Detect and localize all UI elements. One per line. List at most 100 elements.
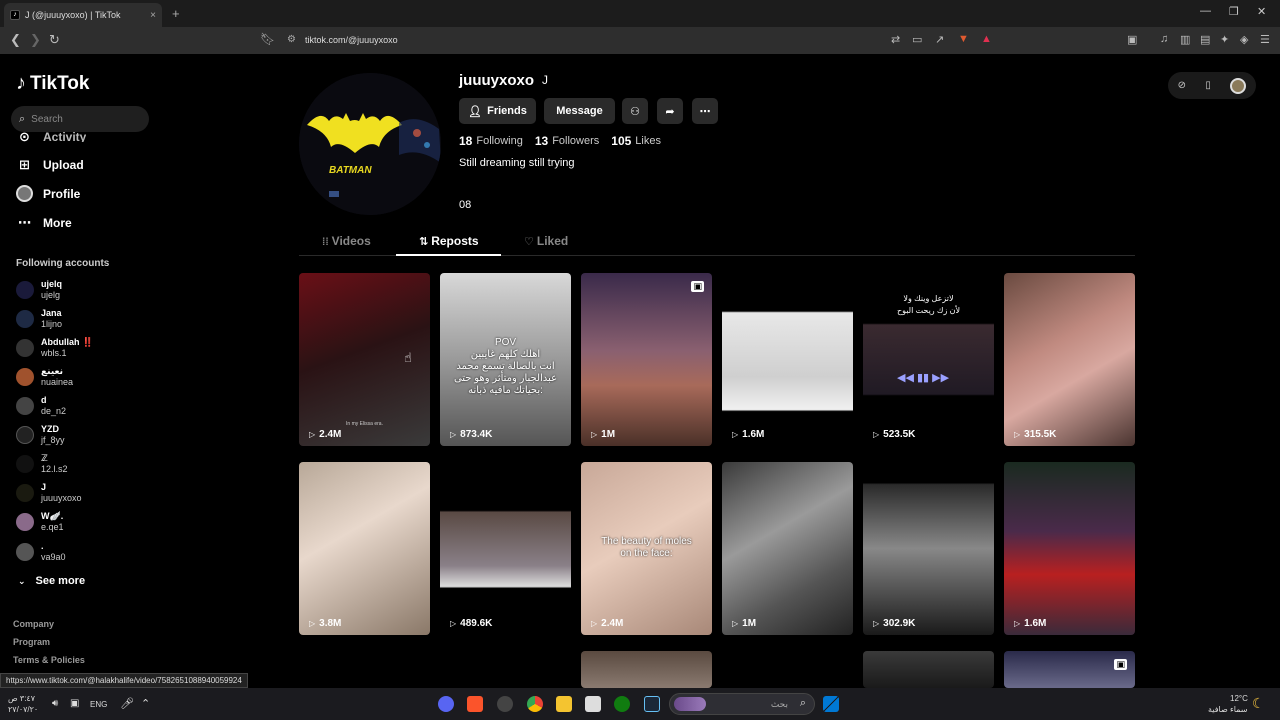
tab-videos[interactable]: ⁞⁞ Videos — [322, 234, 371, 248]
store-icon[interactable] — [585, 696, 601, 712]
network-icon[interactable]: ▣ — [70, 698, 79, 709]
avatar — [16, 483, 34, 502]
video-thumbnail[interactable]: لاتزعل وينك ولا لأن زك ريحت البوح ◀◀ ▮▮ … — [863, 273, 994, 446]
video-thumbnail[interactable] — [581, 651, 712, 688]
volume-icon[interactable]: 🔊︎ — [52, 698, 58, 709]
minimize-icon[interactable]: — — [1200, 5, 1211, 17]
video-thumbnail[interactable]: ▷ 1M — [722, 462, 853, 635]
suggested-accounts-button[interactable]: ⚇ — [622, 98, 648, 124]
clock-date[interactable]: ٢٧/٠٧/٢٠ — [8, 705, 38, 714]
reload-icon[interactable]: ↻ — [49, 32, 60, 48]
bookmark-icon[interactable]: 🔖︎ — [260, 32, 275, 46]
friends-button[interactable]: 👤︎ Friends — [459, 98, 536, 124]
weather-desc[interactable]: سماء صافية — [1208, 705, 1248, 714]
phone-icon[interactable]: ▯ — [1205, 80, 1211, 91]
following-label[interactable]: Following — [476, 135, 522, 147]
avatar[interactable] — [1230, 77, 1247, 94]
sidebar-item-upload[interactable]: ⊞ Upload — [16, 156, 84, 173]
following-account[interactable]: W🪽. e.qe1 — [16, 508, 156, 535]
view-count: 1M — [601, 429, 616, 440]
new-tab-button[interactable]: + — [172, 6, 180, 21]
search-input[interactable]: ⌕ Search — [11, 106, 149, 132]
following-count[interactable]: 18 — [459, 134, 472, 148]
url-field[interactable]: tiktok.com/@juuuyxoxo — [305, 35, 398, 45]
following-account[interactable]: YZD jf_8yy — [16, 421, 156, 448]
weather-temp[interactable]: 12°C — [1230, 694, 1248, 703]
share-icon[interactable]: ↗ — [935, 33, 944, 46]
tab-liked[interactable]: ♡ Liked — [524, 234, 568, 248]
message-button[interactable]: Message — [544, 98, 615, 124]
avatar — [16, 338, 34, 357]
video-thumbnail[interactable] — [863, 651, 994, 688]
windows-start-icon[interactable] — [823, 696, 839, 712]
followers-label[interactable]: Followers — [552, 135, 599, 147]
tab-close-icon[interactable]: × — [150, 10, 156, 21]
coins-icon[interactable]: ⊘ — [1178, 80, 1186, 91]
maximize-icon[interactable]: ❐ — [1229, 5, 1239, 18]
following-account[interactable]: d de_n2 — [16, 392, 156, 419]
tiktok-logo[interactable]: ♪ TikTok — [16, 72, 89, 95]
footer-link-company[interactable]: Company — [13, 619, 54, 629]
video-thumbnail[interactable]: ▷ 302.9K — [863, 462, 994, 635]
window-close-icon[interactable]: ✕ — [1257, 5, 1266, 18]
tab-reposts[interactable]: ⇅ Reposts — [419, 234, 479, 248]
video-thumbnail[interactable]: The beauty of moles on the face: ▷ 2.4M — [581, 462, 712, 635]
following-account[interactable]: ujelq ujelg — [16, 276, 156, 303]
following-account[interactable]: . va9a0 — [16, 538, 156, 565]
brave-icon[interactable] — [467, 696, 483, 712]
video-thumbnail[interactable]: POV اهلك كلهم غايبين انت بالصالة تسمع مح… — [440, 273, 571, 446]
following-account[interactable]: Jjuuuyxoxo — [16, 479, 156, 506]
translate-icon[interactable]: ⇄ — [891, 33, 900, 46]
tray-chevron-icon[interactable]: ⌃ — [141, 697, 150, 710]
vpn-icon[interactable]: ◈ — [1240, 33, 1248, 46]
video-thumbnail[interactable]: ▣ — [1004, 651, 1135, 688]
media-icon[interactable]: ♫ — [1160, 33, 1168, 45]
file-explorer-icon[interactable] — [556, 696, 572, 712]
sidebar-icon[interactable]: ▥ — [1180, 33, 1190, 46]
chrome-icon[interactable] — [527, 696, 543, 712]
site-info-icon[interactable]: ⚙︎ — [287, 34, 296, 45]
see-more-button[interactable]: ⌄ See more — [18, 575, 85, 587]
video-thumbnail[interactable]: ▷ 1.6M — [1004, 462, 1135, 635]
steam-icon[interactable] — [644, 696, 660, 712]
xbox-icon[interactable] — [614, 696, 630, 712]
play-icon: ▷ — [732, 430, 739, 439]
leo-ai-icon[interactable]: ✦ — [1220, 33, 1229, 46]
wallet2-icon[interactable]: ▤ — [1200, 33, 1210, 46]
share-profile-button[interactable]: ➦ — [657, 98, 683, 124]
video-thumbnail[interactable]: ▷ 489.6K — [440, 462, 571, 635]
footer-link-program[interactable]: Program — [13, 637, 50, 647]
browser-tab[interactable]: ♪ J (@juuuyxoxo) | TikTok × — [4, 3, 162, 27]
footer-link-terms[interactable]: Terms & Policies — [13, 655, 85, 665]
video-thumbnail[interactable]: ▣ ▷ 1M — [581, 273, 712, 446]
followers-count[interactable]: 13 — [535, 134, 548, 148]
brave-rewards-icon[interactable]: ▲ — [981, 33, 992, 45]
app-icon[interactable] — [497, 696, 513, 712]
back-icon[interactable]: ❮ — [10, 32, 21, 48]
sidebar-item-activity[interactable]: ⊙ Activity — [16, 132, 86, 142]
following-account[interactable]: Jana 1lijno — [16, 305, 156, 332]
following-account[interactable]: ℤ 12.l.s2 — [16, 450, 156, 477]
menu-icon[interactable]: ☰ — [1260, 33, 1270, 46]
account-handle: 12.l.s2 — [41, 463, 68, 474]
screen-icon[interactable]: ▭ — [912, 33, 922, 46]
profile-avatar[interactable]: BATMAN — [299, 73, 441, 215]
avatar — [16, 454, 34, 473]
video-thumbnail[interactable]: ▷ 315.5K — [1004, 273, 1135, 446]
brave-shields-icon[interactable]: ▼ — [958, 33, 969, 45]
mic-icon[interactable]: 🎤︎ — [120, 697, 134, 710]
play-icon: ▷ — [450, 430, 457, 439]
forward-icon[interactable]: ❯ — [30, 32, 41, 48]
following-account[interactable]: نعينع nuainea — [16, 363, 156, 390]
sidebar-item-profile[interactable]: Profile — [16, 185, 80, 202]
sidebar-item-more[interactable]: ⋯ More — [16, 214, 72, 231]
more-options-button[interactable]: ⋯ — [692, 98, 718, 124]
discord-icon[interactable] — [438, 696, 454, 712]
language-indicator[interactable]: ENG — [90, 700, 107, 709]
video-thumbnail[interactable]: ▷ 3.8M — [299, 462, 430, 635]
wallet-icon[interactable]: ▣ — [1127, 33, 1137, 46]
following-account[interactable]: Abdullah ‼️ wbls.1 — [16, 334, 156, 361]
taskbar-search-input[interactable]: بحث ⌕ — [669, 693, 815, 715]
video-thumbnail[interactable]: ▷ 1.6M — [722, 273, 853, 446]
clock-time[interactable]: ٣:٤٧ ص — [8, 694, 35, 703]
